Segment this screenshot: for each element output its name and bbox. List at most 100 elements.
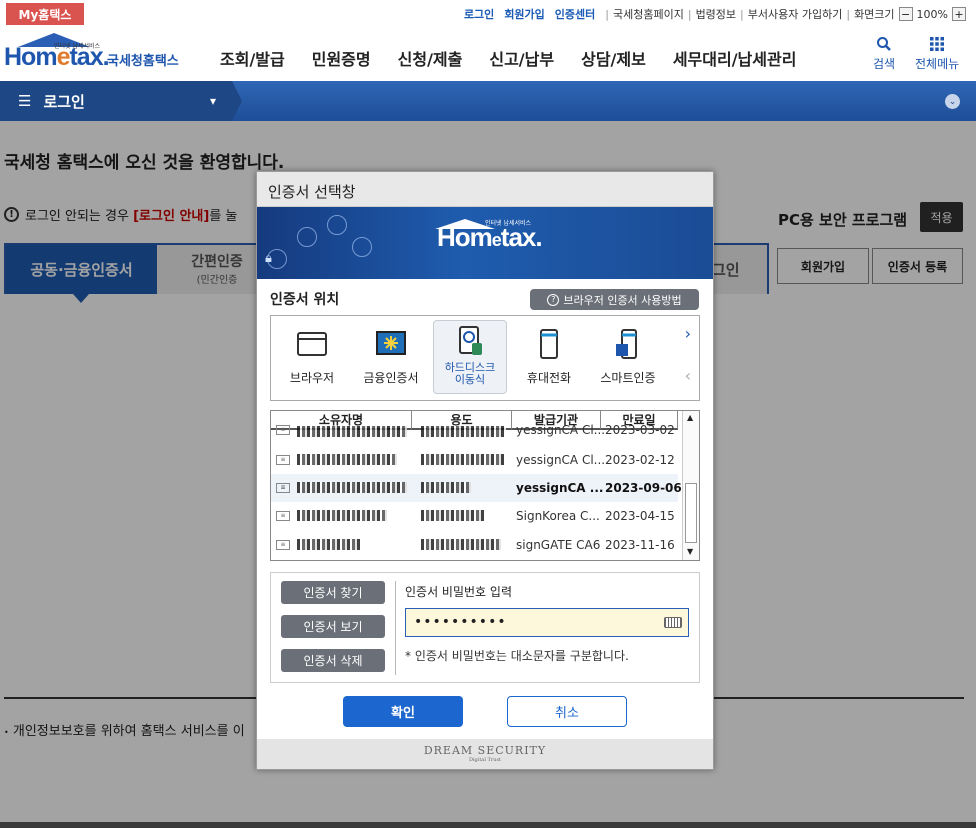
masked-owner: [297, 510, 387, 521]
divider: |: [846, 7, 851, 21]
masked-usage: [421, 426, 506, 437]
location-financial-cert[interactable]: 금융인증서: [354, 320, 428, 394]
masked-owner: [297, 482, 407, 493]
zoom-out-button[interactable]: −: [898, 7, 913, 21]
divider: |: [740, 7, 744, 21]
find-cert-button[interactable]: 인증서 찾기: [281, 581, 385, 604]
all-menu-label: 전체메뉴: [915, 57, 960, 71]
cert-table: 소유자명 용도 발급기관 만료일 ≡ yessignCA Cl... 2023-…: [270, 410, 700, 561]
table-row-selected[interactable]: ≡ yessignCA ... 2023-09-06: [271, 474, 682, 502]
virtual-keyboard-icon[interactable]: [664, 617, 682, 628]
search-button[interactable]: 검색: [873, 36, 895, 72]
divider: |: [687, 7, 692, 21]
browser-icon: [297, 332, 327, 356]
masked-owner: [297, 454, 397, 465]
decor-node: [327, 215, 347, 235]
masked-usage: [421, 539, 501, 550]
chevron-down-icon: ▾: [210, 94, 217, 108]
nav-item-inquiry[interactable]: 조회/발급: [220, 46, 285, 70]
cert-action-panel: 인증서 찾기 인증서 보기 인증서 삭제 인증서 비밀번호 입력 •••••••…: [270, 572, 700, 683]
masked-usage: [421, 482, 471, 493]
smart-cert-icon: [616, 329, 637, 359]
screen-size-label: 화면크기: [854, 8, 895, 21]
nav-item-report-pay[interactable]: 신고/납부: [489, 46, 554, 70]
cancel-button[interactable]: 취소: [507, 696, 627, 727]
delete-cert-button[interactable]: 인증서 삭제: [281, 649, 385, 672]
next-arrow-icon[interactable]: ›: [685, 324, 691, 343]
scroll-thumb[interactable]: [685, 483, 697, 543]
zoom-in-button[interactable]: +: [952, 7, 966, 21]
hamburger-icon: ☰: [18, 92, 32, 110]
location-smart-cert[interactable]: 스마트인증: [591, 320, 665, 394]
nav-item-consult[interactable]: 상담/제보: [581, 46, 646, 70]
nts-home-link[interactable]: 국세청홈페이지: [613, 6, 684, 22]
cell-issuer: SignKorea C...: [516, 509, 600, 523]
search-label: 검색: [873, 57, 896, 71]
masked-owner: [297, 426, 407, 437]
divider: |: [605, 7, 609, 21]
location-harddisk[interactable]: 하드디스크 이동식: [433, 320, 507, 394]
login-link[interactable]: 로그인: [464, 6, 494, 22]
location-financial-label: 금융인증서: [363, 371, 419, 385]
page-location-dropdown[interactable]: ☰ 로그인 ▾: [0, 81, 232, 121]
financial-cert-icon: [376, 331, 406, 355]
location-mobile[interactable]: 휴대전화: [512, 320, 586, 394]
nav-item-tax-agent[interactable]: 세무대리/납세관리: [673, 46, 797, 70]
law-info-link[interactable]: 법령정보: [696, 6, 736, 22]
grid-menu-icon: [930, 37, 945, 51]
password-value: ••••••••••: [414, 614, 507, 630]
cert-icon: ≡: [276, 511, 290, 521]
expand-circle-icon[interactable]: ⌄: [945, 94, 960, 109]
my-hometax-badge[interactable]: My홈택스: [6, 3, 84, 25]
logo-korean: 국세청홈택스: [107, 54, 179, 69]
bottom-bar: [0, 822, 976, 828]
decor-node: [297, 227, 317, 247]
location-browser[interactable]: 브라우저: [275, 320, 349, 394]
cell-expiry: 2023-02-12: [605, 453, 675, 467]
masked-usage: [421, 510, 486, 521]
footer-tagline: Digital Trust: [468, 757, 502, 763]
cert-location-title: 인증서 위치: [270, 292, 340, 308]
location-mobile-label: 휴대전화: [526, 371, 572, 385]
banner-wordmark: Hometax.: [437, 222, 543, 252]
footer-brand: DREAM SECURITY: [423, 744, 547, 757]
nav-item-apply[interactable]: 신청/제출: [398, 46, 463, 70]
dialog-banner: 🔒︎ 인터넷 납세서비스 Hometax.: [257, 207, 713, 279]
cert-icon: ≡: [276, 483, 290, 493]
cert-icon: ≡: [276, 540, 290, 550]
dept-user-join-link[interactable]: 부서사용자 가입하기: [748, 6, 843, 22]
main-nav: 조회/발급 민원증명 신청/제출 신고/납부 상담/제보 세무대리/납세관리: [220, 46, 823, 70]
browser-cert-howto-button[interactable]: ? 브라우저 인증서 사용방법: [530, 289, 699, 310]
logo-wordmark: Hometax.: [4, 43, 110, 71]
table-scrollbar[interactable]: ▲ ▼: [682, 411, 699, 560]
cert-center-link[interactable]: 인증센터: [555, 6, 595, 22]
dreamsecurity-footer: DREAM SECURITY Digital Trust: [257, 739, 713, 769]
scroll-up-icon[interactable]: ▲: [687, 413, 693, 422]
table-row[interactable]: ≡ signGATE CA6 2023-11-16: [271, 531, 678, 559]
table-row[interactable]: ≡ yessignCA Cl... 2023-03-02: [271, 423, 678, 439]
all-menu-button[interactable]: 전체메뉴: [915, 36, 959, 72]
masked-usage: [421, 454, 506, 465]
cell-expiry: 2023-03-02: [605, 423, 675, 437]
cell-issuer: yessignCA Cl...: [516, 423, 606, 437]
prev-arrow-icon[interactable]: ‹: [685, 366, 691, 385]
hometax-logo[interactable]: 인터넷 납세서비스 Hometax. 국세청홈택스: [4, 33, 184, 75]
howto-label: 브라우저 인증서 사용방법: [563, 293, 682, 307]
scroll-down-icon[interactable]: ▼: [687, 547, 693, 556]
cell-expiry: 2023-09-06: [605, 481, 682, 495]
cell-issuer: signGATE CA6: [516, 538, 601, 552]
cert-password-input[interactable]: ••••••••••: [405, 608, 689, 637]
search-icon: [877, 37, 891, 51]
cell-expiry: 2023-04-15: [605, 509, 675, 523]
masked-owner: [297, 539, 362, 550]
page-location-title: 로그인: [43, 92, 85, 111]
help-icon: ?: [547, 293, 560, 306]
password-case-note: * 인증서 비밀번호는 대소문자를 구분합니다.: [405, 649, 629, 663]
table-row[interactable]: ≡ SignKorea C... 2023-04-15: [271, 502, 678, 530]
nav-item-certificate[interactable]: 민원증명: [312, 46, 371, 70]
cell-issuer: yessignCA ...: [516, 481, 604, 495]
confirm-button[interactable]: 확인: [343, 696, 463, 727]
view-cert-button[interactable]: 인증서 보기: [281, 615, 385, 638]
table-row[interactable]: ≡ yessignCA Cl... 2023-02-12: [271, 446, 678, 474]
join-link[interactable]: 회원가입: [504, 6, 544, 22]
